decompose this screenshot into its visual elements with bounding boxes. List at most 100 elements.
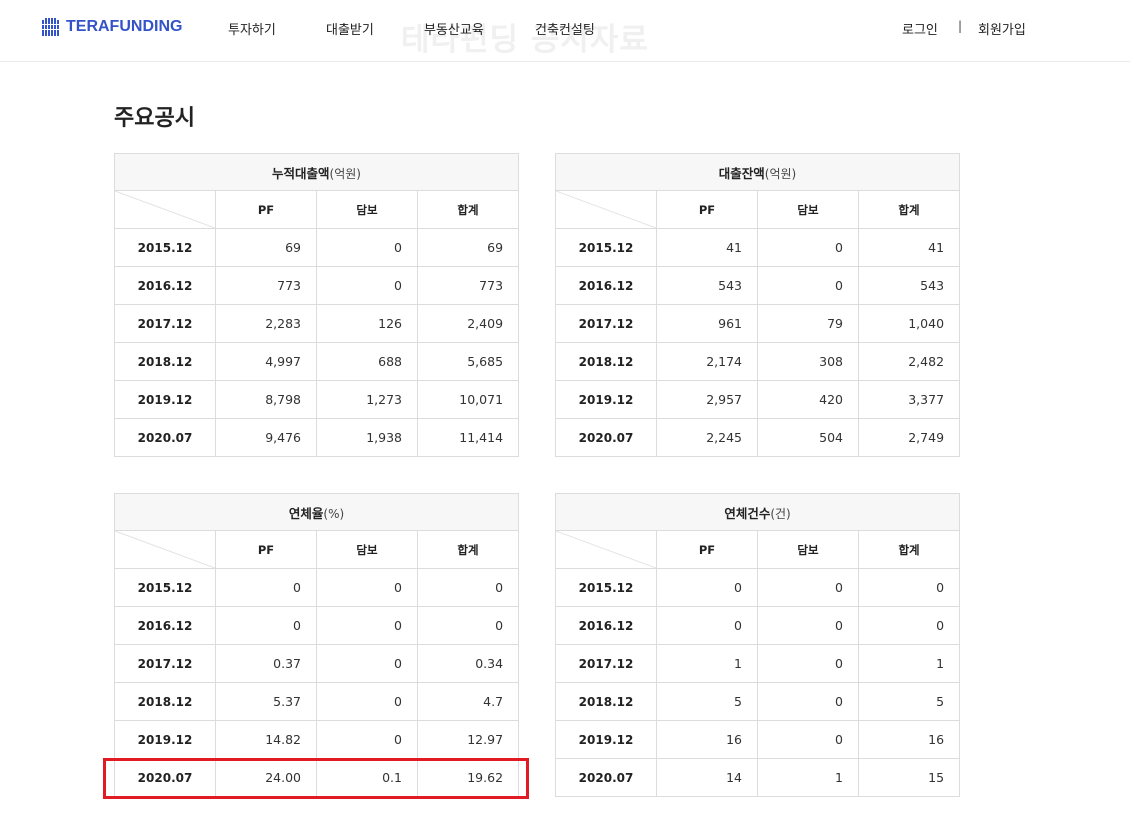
table-unit: (건) <box>770 506 791 521</box>
diagonal-divider <box>115 531 215 568</box>
cell-pf: 0 <box>215 568 317 607</box>
cell-pf: 0.37 <box>215 644 317 683</box>
cell-pf: 2,245 <box>656 418 758 457</box>
table-header-row: PF 담보 합계 <box>555 190 961 229</box>
table-header-row: PF 담보 합계 <box>114 530 520 569</box>
cell-total: 5,685 <box>416 342 520 381</box>
table-row: 2018.12 5.37 0 4.7 <box>114 682 520 721</box>
cell-total: 0 <box>416 606 520 645</box>
auth-separator: | <box>958 19 963 33</box>
column-header: PF <box>215 530 317 569</box>
table-row: 2018.12 4,997 688 5,685 <box>114 342 520 381</box>
cell-collateral: 0 <box>316 568 418 607</box>
column-header: 담보 <box>316 190 418 229</box>
diagonal-corner-cell <box>555 190 657 229</box>
table-title: 누적대출액(억원) <box>113 153 520 191</box>
diagonal-divider <box>556 531 656 568</box>
table-row: 2020.07 9,476 1,938 11,414 <box>114 418 520 457</box>
column-header: 합계 <box>416 190 520 229</box>
row-year: 2018.12 <box>114 342 216 381</box>
table-row: 2015.12 0 0 0 <box>555 568 961 607</box>
cell-pf: 16 <box>656 720 758 759</box>
table-title-text: 연체율 <box>288 505 324 521</box>
table-row: 2018.12 2,174 308 2,482 <box>555 342 961 381</box>
cell-total: 0 <box>857 606 961 645</box>
highlight-box <box>103 758 529 799</box>
nav-construction-consulting[interactable]: 건축컨설팅 <box>535 19 595 38</box>
table-caption-row: 대출잔액(억원) <box>554 153 961 191</box>
table-caption-row: 연체건수(건) <box>554 493 961 531</box>
cell-total: 543 <box>857 266 961 305</box>
cell-collateral: 0 <box>316 228 418 267</box>
cell-collateral: 0 <box>757 568 859 607</box>
cell-total: 16 <box>857 720 961 759</box>
cell-total: 3,377 <box>857 380 961 419</box>
table-row: 2017.12 1 0 1 <box>555 644 961 683</box>
signup-link[interactable]: 회원가입 <box>978 19 1026 38</box>
table-row: 2019.12 8,798 1,273 10,071 <box>114 380 520 419</box>
row-year: 2015.12 <box>555 228 657 267</box>
cell-collateral: 688 <box>316 342 418 381</box>
row-year: 2017.12 <box>114 644 216 683</box>
column-header: PF <box>656 190 758 229</box>
row-year: 2016.12 <box>114 606 216 645</box>
cell-pf: 0 <box>656 568 758 607</box>
table-caption-row: 누적대출액(억원) <box>113 153 520 191</box>
page-title: 주요공시 <box>114 106 195 131</box>
cell-collateral: 504 <box>757 418 859 457</box>
cell-collateral: 0 <box>757 644 859 683</box>
diagonal-divider <box>556 191 656 228</box>
table-row: 2019.12 2,957 420 3,377 <box>555 380 961 419</box>
cell-pf: 2,957 <box>656 380 758 419</box>
diagonal-corner-cell <box>555 530 657 569</box>
cell-collateral: 0 <box>316 606 418 645</box>
logo[interactable]: TERAFUNDING <box>42 18 182 36</box>
cell-collateral: 0 <box>757 682 859 721</box>
cell-total: 69 <box>416 228 520 267</box>
login-link[interactable]: 로그인 <box>902 19 938 38</box>
cell-pf: 5.37 <box>215 682 317 721</box>
row-year: 2016.12 <box>555 606 657 645</box>
table-title-text: 누적대출액 <box>272 165 330 181</box>
table-row: 2015.12 69 0 69 <box>114 228 520 267</box>
table-title-text: 연체건수 <box>724 505 771 521</box>
cell-collateral: 1 <box>757 758 859 797</box>
cell-collateral: 0 <box>757 720 859 759</box>
cell-pf: 41 <box>656 228 758 267</box>
row-year: 2018.12 <box>114 682 216 721</box>
row-year: 2020.07 <box>114 418 216 457</box>
diagonal-divider <box>115 191 215 228</box>
table-row: 2018.12 5 0 5 <box>555 682 961 721</box>
nav-borrow[interactable]: 대출받기 <box>326 19 374 38</box>
cell-pf: 0 <box>215 606 317 645</box>
row-year: 2019.12 <box>114 720 216 759</box>
table-row: 2016.12 0 0 0 <box>555 606 961 645</box>
cell-collateral: 1,273 <box>316 380 418 419</box>
nav-realestate-education[interactable]: 부동산교육 <box>424 19 484 38</box>
column-header: 담보 <box>757 190 859 229</box>
table-caption-row: 연체율(%) <box>113 493 520 531</box>
table-row: 2016.12 0 0 0 <box>114 606 520 645</box>
row-year: 2019.12 <box>114 380 216 419</box>
row-year: 2019.12 <box>555 720 657 759</box>
table-unit: (억원) <box>329 166 361 181</box>
cell-total: 773 <box>416 266 520 305</box>
nav-invest[interactable]: 투자하기 <box>228 19 276 38</box>
table-loan-balance: 대출잔액(억원) PF 담보 합계 2015.12 41 0 41 2016.12 543 0 543… <box>554 153 961 457</box>
table-row: 2015.12 0 0 0 <box>114 568 520 607</box>
column-header: 담보 <box>757 530 859 569</box>
table-row: 2017.12 0.37 0 0.34 <box>114 644 520 683</box>
row-year: 2015.12 <box>114 568 216 607</box>
row-year: 2020.07 <box>555 758 657 797</box>
column-header: PF <box>656 530 758 569</box>
cell-total: 15 <box>857 758 961 797</box>
cell-collateral: 79 <box>757 304 859 343</box>
table-unit: (%) <box>323 506 345 521</box>
row-year: 2017.12 <box>114 304 216 343</box>
cell-total: 12.97 <box>416 720 520 759</box>
table-row: 2015.12 41 0 41 <box>555 228 961 267</box>
cell-total: 5 <box>857 682 961 721</box>
cell-collateral: 420 <box>757 380 859 419</box>
top-header: TERAFUNDING 테라펀딩 공시자료 투자하기 대출받기 부동산교육 건축… <box>0 0 1130 62</box>
row-year: 2016.12 <box>114 266 216 305</box>
